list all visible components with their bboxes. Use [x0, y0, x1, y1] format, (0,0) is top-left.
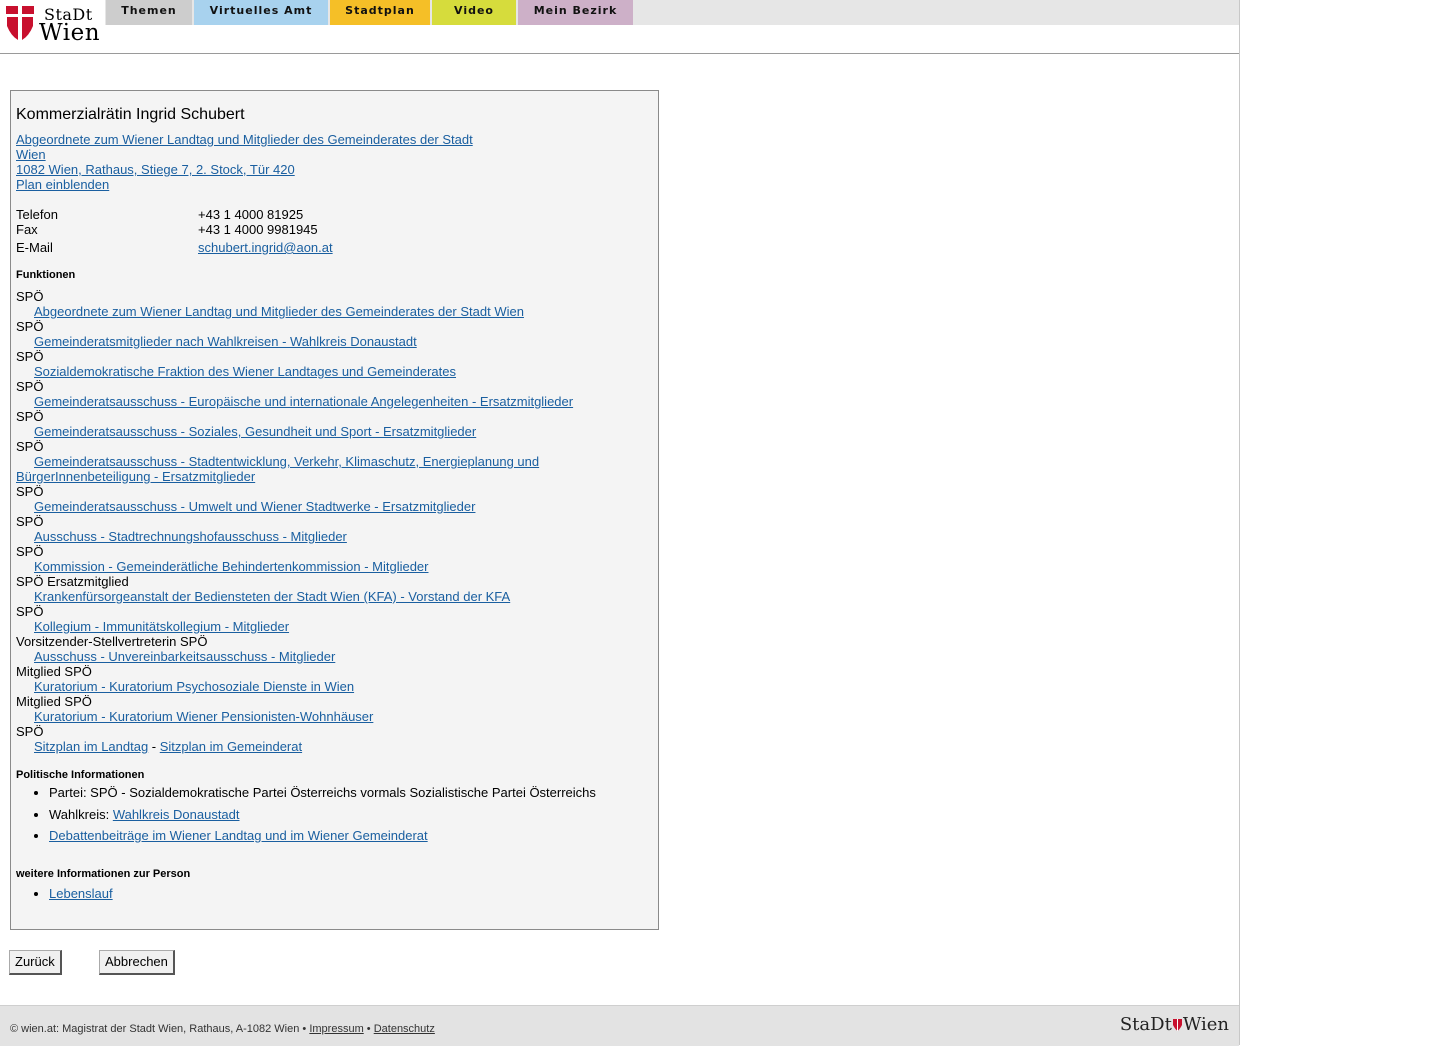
- person-details-panel: Kommerzialrätin Ingrid Schubert Abgeordn…: [10, 90, 659, 930]
- address-block: Abgeordnete zum Wiener Landtag und Mitgl…: [16, 132, 486, 192]
- function-link[interactable]: Gemeinderatsausschuss - Europäische und …: [16, 394, 616, 409]
- function-party: SPÖ: [16, 349, 44, 364]
- phone-value: +43 1 4000 81925: [198, 207, 304, 222]
- function-party: SPÖ: [16, 484, 44, 499]
- vienna-shield-icon: [6, 6, 34, 40]
- contact-table: Telefon +43 1 4000 81925 Fax +43 1 4000 …: [16, 206, 516, 255]
- function-party: SPÖ: [16, 289, 44, 304]
- footer-copyright: © wien.at: Magistrat der Stadt Wien, Rat…: [10, 1023, 310, 1035]
- email-label: E-Mail: [16, 240, 53, 255]
- function-party: SPÖ Ersatzmitglied: [16, 574, 129, 589]
- footer-stadt-wien-logo[interactable]: StaDt Wien: [1120, 1014, 1229, 1035]
- function-link[interactable]: Gemeinderatsausschuss - Stadtentwicklung…: [16, 454, 616, 469]
- footer-shield-icon: [1172, 1019, 1182, 1031]
- function-party: SPÖ: [16, 724, 44, 739]
- seat-plan-separator: -: [148, 739, 160, 754]
- address-link[interactable]: Abgeordnete zum Wiener Landtag und Mitgl…: [16, 132, 486, 177]
- function-party: SPÖ: [16, 409, 44, 424]
- wahlkreis-label: Wahlkreis:: [49, 806, 113, 822]
- footer-logo-stadt: StaDt: [1119, 1014, 1172, 1035]
- person-name: Kommerzialrätin Ingrid Schubert: [16, 106, 245, 123]
- site-header: StaDt Wien Themen Virtuelles Amt Stadtpl…: [0, 0, 1239, 54]
- stadt-wien-logo[interactable]: StaDt Wien: [6, 5, 102, 46]
- function-link[interactable]: Kollegium - Immunitätskollegium - Mitgli…: [16, 619, 616, 634]
- nav-tab-mein-bezirk[interactable]: Mein Bezirk: [518, 0, 633, 25]
- function-link[interactable]: Ausschuss - Unvereinbarkeitsausschuss - …: [16, 649, 616, 664]
- nav-tab-themen[interactable]: Themen: [106, 0, 192, 25]
- wahlkreis-item: Wahlkreis: Wahlkreis Donaustadt: [49, 807, 636, 822]
- impressum-link[interactable]: Impressum: [309, 1023, 363, 1035]
- site-footer: © wien.at: Magistrat der Stadt Wien, Rat…: [0, 1005, 1239, 1046]
- party-info-item: Partei: SPÖ - Sozialdemokratische Partei…: [49, 785, 636, 800]
- function-link[interactable]: Kuratorium - Kuratorium Psychosoziale Di…: [16, 679, 616, 694]
- email-link[interactable]: schubert.ingrid@aon.at: [198, 240, 333, 255]
- function-link[interactable]: Gemeinderatsausschuss - Umwelt und Wiene…: [16, 499, 616, 514]
- back-button[interactable]: Zurück: [9, 950, 62, 975]
- nav-tab-virtuelles-amt[interactable]: Virtuelles Amt: [194, 0, 328, 25]
- seat-plan-gemeinderat-link[interactable]: Sitzplan im Gemeinderat: [160, 739, 302, 754]
- fax-value: +43 1 4000 9981945: [198, 222, 318, 237]
- footer-separator: •: [363, 1023, 374, 1035]
- wahlkreis-link[interactable]: Wahlkreis Donaustadt: [113, 807, 240, 822]
- cv-item: Lebenslauf: [49, 886, 636, 901]
- seat-plan-landtag-link[interactable]: Sitzplan im Landtag: [34, 739, 148, 754]
- function-party: Vorsitzender-Stellvertreterin SPÖ: [16, 634, 208, 649]
- functions-list: SPÖ Abgeordnete zum Wiener Landtag und M…: [16, 289, 616, 754]
- function-party: SPÖ: [16, 439, 44, 454]
- phone-label: Telefon: [16, 207, 58, 222]
- more-info-heading: weitere Informationen zur Person: [16, 868, 191, 880]
- seat-plan-links: Sitzplan im Landtag - Sitzplan im Gemein…: [16, 739, 616, 754]
- political-info-heading: Politische Informationen: [16, 769, 145, 781]
- datenschutz-link[interactable]: Datenschutz: [374, 1023, 435, 1035]
- nav-tab-video[interactable]: Video: [432, 0, 516, 25]
- function-link[interactable]: Gemeinderatsausschuss - Soziales, Gesund…: [16, 424, 616, 439]
- logo-text-wien: Wien: [39, 20, 101, 46]
- footer-logo-wien: Wien: [1182, 1014, 1229, 1035]
- contact-row-phone: Telefon +43 1 4000 81925: [16, 206, 516, 222]
- function-link[interactable]: Ausschuss - Stadtrechnungshofausschuss -…: [16, 529, 616, 544]
- contact-row-fax: Fax +43 1 4000 9981945: [16, 221, 516, 239]
- cancel-button[interactable]: Abbrechen: [99, 950, 175, 975]
- more-info-list: Lebenslauf: [16, 886, 636, 901]
- contact-row-email: E-Mail schubert.ingrid@aon.at: [16, 239, 516, 255]
- function-party: SPÖ: [16, 379, 44, 394]
- function-party: SPÖ: [16, 319, 44, 334]
- show-map-link[interactable]: Plan einblenden: [16, 177, 486, 192]
- function-link[interactable]: Krankenfürsorgeanstalt der Bediensteten …: [16, 589, 616, 604]
- address-line3: 1082 Wien, Rathaus, Stiege 7, 2. Stock, …: [16, 162, 295, 177]
- political-info-list: Partei: SPÖ - Sozialdemokratische Partei…: [16, 785, 636, 850]
- function-party: SPÖ: [16, 604, 44, 619]
- footer-text: © wien.at: Magistrat der Stadt Wien, Rat…: [10, 1023, 435, 1035]
- function-party: SPÖ: [16, 544, 44, 559]
- function-link-continuation[interactable]: BürgerInnenbeteiligung - Ersatzmitgliede…: [16, 469, 616, 484]
- cv-link[interactable]: Lebenslauf: [49, 886, 113, 901]
- function-link[interactable]: Sozialdemokratische Fraktion des Wiener …: [16, 364, 616, 379]
- fax-label: Fax: [16, 222, 38, 237]
- function-link[interactable]: Kommission - Gemeinderätliche Behinderte…: [16, 559, 616, 574]
- function-party: Mitglied SPÖ: [16, 664, 92, 679]
- functions-heading: Funktionen: [16, 269, 76, 281]
- function-link[interactable]: Abgeordnete zum Wiener Landtag und Mitgl…: [16, 304, 616, 319]
- function-link[interactable]: Kuratorium - Kuratorium Wiener Pensionis…: [16, 709, 616, 724]
- function-link[interactable]: Gemeinderatsmitglieder nach Wahlkreisen …: [16, 334, 616, 349]
- function-party: SPÖ: [16, 514, 44, 529]
- address-line2: Wien: [16, 147, 46, 162]
- debates-item: Debattenbeiträge im Wiener Landtag und i…: [49, 828, 636, 843]
- nav-tab-stadtplan[interactable]: Stadtplan: [330, 0, 430, 25]
- address-line1: Abgeordnete zum Wiener Landtag und Mitgl…: [16, 132, 473, 147]
- function-party: Mitglied SPÖ: [16, 694, 92, 709]
- page: StaDt Wien Themen Virtuelles Amt Stadtpl…: [0, 0, 1240, 1046]
- debates-link[interactable]: Debattenbeiträge im Wiener Landtag und i…: [49, 828, 428, 843]
